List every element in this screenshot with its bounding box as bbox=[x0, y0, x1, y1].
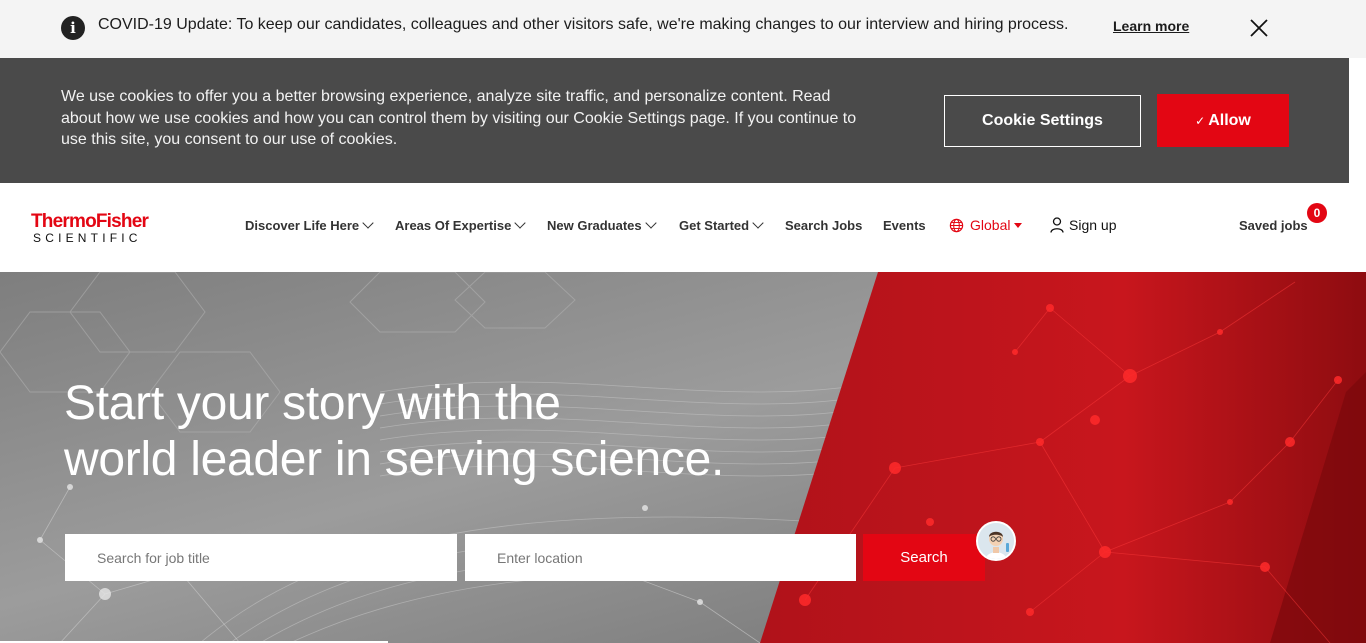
allow-label: Allow bbox=[1208, 112, 1251, 129]
thermo-fisher-logo[interactable]: ThermoFisher SCIENTIFIC bbox=[31, 211, 176, 247]
nav-label: Events bbox=[883, 218, 926, 233]
global-label: Global bbox=[970, 217, 1011, 233]
hero-headline: Start your story with the world leader i… bbox=[64, 376, 724, 488]
globe-icon bbox=[949, 218, 964, 233]
cookie-settings-button[interactable]: Cookie Settings bbox=[944, 95, 1141, 147]
logo-line2: SCIENTIFIC bbox=[33, 231, 142, 245]
nav-events[interactable]: Events bbox=[883, 218, 926, 233]
close-icon[interactable] bbox=[1245, 14, 1273, 42]
sign-up-label: Sign up bbox=[1069, 217, 1117, 233]
sign-up-link[interactable]: Sign up bbox=[1050, 217, 1116, 233]
main-navigation: ThermoFisher SCIENTIFIC Discover Life He… bbox=[0, 183, 1366, 272]
cookie-text: We use cookies to offer you a better bro… bbox=[61, 88, 857, 148]
chevron-down-icon bbox=[362, 217, 374, 229]
user-icon bbox=[1050, 217, 1064, 233]
nav-label: Discover Life Here bbox=[245, 218, 360, 233]
location-input[interactable] bbox=[465, 534, 856, 581]
nav-areas-of-expertise[interactable]: Areas Of Expertise bbox=[395, 217, 527, 233]
logo-line1: ThermoFisher bbox=[31, 211, 149, 232]
nav-get-started[interactable]: Get Started bbox=[679, 217, 764, 233]
nav-label: Search Jobs bbox=[785, 218, 863, 233]
allow-cookies-button[interactable]: ✓ Allow bbox=[1157, 94, 1289, 147]
nav-discover-life-here[interactable]: Discover Life Here bbox=[245, 217, 374, 233]
nav-label: Areas Of Expertise bbox=[395, 218, 512, 233]
nav-new-graduates[interactable]: New Graduates bbox=[547, 217, 657, 233]
job-title-search-input[interactable] bbox=[65, 534, 457, 581]
checkmark-icon: ✓ bbox=[1195, 114, 1206, 128]
saved-jobs-link[interactable]: Saved jobs bbox=[1239, 218, 1308, 233]
chevron-down-icon bbox=[644, 217, 657, 229]
nav-search-jobs[interactable]: Search Jobs bbox=[785, 218, 862, 233]
global-language-selector[interactable]: Global bbox=[949, 217, 1023, 233]
chevron-down-icon bbox=[752, 217, 764, 229]
learn-more-link[interactable]: Learn more bbox=[1113, 18, 1189, 34]
headline-line2: world leader in serving science. bbox=[64, 433, 725, 486]
covid-message: COVID-19 Update: To keep our candidates,… bbox=[98, 16, 1069, 33]
saved-jobs-count-badge: 0 bbox=[1307, 203, 1327, 223]
search-button[interactable]: Search bbox=[863, 534, 985, 581]
headline-line1: Start your story with the bbox=[64, 377, 561, 430]
chatbot-avatar-icon[interactable] bbox=[976, 521, 1016, 561]
cookie-consent-bar: We use cookies to offer you a better bro… bbox=[0, 58, 1349, 183]
info-icon: i bbox=[61, 16, 85, 40]
nav-label: Get Started bbox=[679, 218, 750, 233]
hero-section: Start your story with the world leader i… bbox=[0, 272, 1366, 643]
chevron-down-icon bbox=[514, 217, 527, 229]
caret-down-icon bbox=[1014, 223, 1023, 228]
covid-banner: i COVID-19 Update: To keep our candidate… bbox=[0, 0, 1366, 58]
nav-label: New Graduates bbox=[547, 218, 642, 233]
